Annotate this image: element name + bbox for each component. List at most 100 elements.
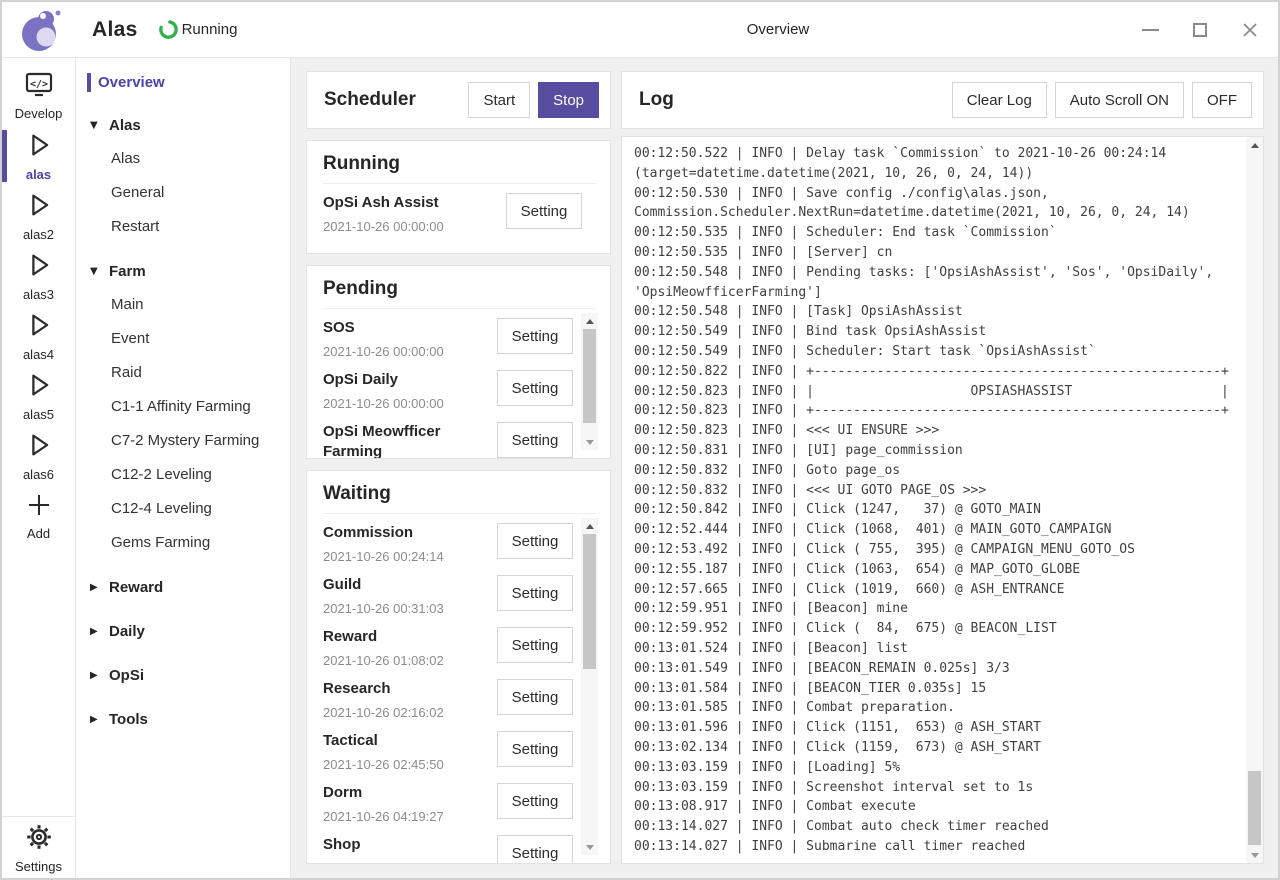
window-controls bbox=[1140, 20, 1260, 40]
setting-button-tactical[interactable]: Setting bbox=[497, 731, 573, 767]
minimize-button[interactable] bbox=[1140, 20, 1160, 40]
task-name: OpSi Daily bbox=[323, 370, 444, 390]
task-row-tactical: Tactical 2021-10-26 02:45:50 Setting bbox=[323, 722, 573, 774]
clear-log-button[interactable]: Clear Log bbox=[952, 82, 1047, 118]
minimize-icon bbox=[1142, 29, 1159, 31]
sidebar-item-alas6[interactable]: alas6 bbox=[2, 426, 75, 486]
nav-item-c1-1-affinity-farming[interactable]: C1-1 Affinity Farming bbox=[76, 390, 290, 424]
nav-item-alas[interactable]: Alas bbox=[76, 142, 290, 176]
add-instance-button[interactable]: Add bbox=[2, 486, 75, 546]
setting-button-sos[interactable]: Setting bbox=[497, 318, 573, 354]
log-line: 00:12:50.822 | INFO | +-----------------… bbox=[634, 362, 1240, 382]
gear-icon bbox=[24, 822, 54, 857]
log-line: 00:13:03.159 | INFO | Screenshot interva… bbox=[634, 778, 1240, 798]
sidebar-item-alas4[interactable]: alas4 bbox=[2, 306, 75, 366]
sidebar-item-alas5[interactable]: alas5 bbox=[2, 366, 75, 426]
log-line: 00:12:59.952 | INFO | Click ( 84, 675) @… bbox=[634, 619, 1240, 639]
play-triangle-icon bbox=[24, 250, 54, 285]
sidebar-item-alas[interactable]: alas bbox=[2, 126, 75, 186]
nav-section-daily[interactable]: ▶ Daily bbox=[76, 614, 290, 648]
setting-button-opsi-meowfficer-farming[interactable]: Setting bbox=[497, 422, 573, 458]
setting-button-dorm[interactable]: Setting bbox=[497, 783, 573, 819]
setting-button-guild[interactable]: Setting bbox=[497, 575, 573, 611]
log-header: Log Clear Log Auto Scroll ON OFF bbox=[621, 71, 1264, 129]
log-line: 00:12:52.444 | INFO | Click (1068, 401) … bbox=[634, 520, 1240, 540]
task-row-opsi-meowfficer-farming: OpSi Meowfficer Farming Setting bbox=[323, 413, 573, 458]
scrollbar-thumb[interactable] bbox=[583, 534, 596, 669]
status-label: Running bbox=[182, 21, 238, 38]
nav-item-raid[interactable]: Raid bbox=[76, 356, 290, 390]
start-button[interactable]: Start bbox=[468, 82, 530, 118]
setting-button-opsi-ash-assist[interactable]: Setting bbox=[506, 193, 582, 229]
pending-task-list: SOS 2021-10-26 00:00:00 Setting OpSi Dai… bbox=[307, 309, 581, 458]
log-line: 00:12:50.535 | INFO | [Server] cn bbox=[634, 243, 1240, 263]
nav-item-c12-2-leveling[interactable]: C12-2 Leveling bbox=[76, 458, 290, 492]
nav-item-event[interactable]: Event bbox=[76, 322, 290, 356]
nav-item-c12-4-leveling[interactable]: C12-4 Leveling bbox=[76, 492, 290, 526]
setting-button-commission[interactable]: Setting bbox=[497, 523, 573, 559]
nav-section-tools[interactable]: ▶ Tools bbox=[76, 702, 290, 736]
sidebar-item-develop[interactable]: </> Develop bbox=[2, 66, 75, 126]
sidebar-item-label: alas2 bbox=[23, 227, 54, 242]
nav-item-main[interactable]: Main bbox=[76, 288, 290, 322]
log-line: 00:13:01.596 | INFO | Click (1151, 653) … bbox=[634, 718, 1240, 738]
scroll-down-icon[interactable] bbox=[581, 839, 598, 855]
log-line: 00:12:59.951 | INFO | [Beacon] mine bbox=[634, 599, 1240, 619]
setting-button-opsi-daily[interactable]: Setting bbox=[497, 370, 573, 406]
scroll-down-icon[interactable] bbox=[1246, 847, 1263, 863]
nav-item-restart[interactable]: Restart bbox=[76, 210, 290, 244]
scroll-up-icon[interactable] bbox=[581, 313, 598, 329]
sidebar-item-alas3[interactable]: alas3 bbox=[2, 246, 75, 306]
nav-section-alas[interactable]: ▼ Alas bbox=[76, 108, 290, 142]
nav-sections: ▼ Alas AlasGeneralRestart ▼ Farm MainEve… bbox=[76, 108, 290, 736]
nav-section-reward[interactable]: ▶ Reward bbox=[76, 570, 290, 604]
nav-item-gems-farming[interactable]: Gems Farming bbox=[76, 526, 290, 560]
waiting-task-list: Commission 2021-10-26 00:24:14 Setting G… bbox=[307, 514, 581, 863]
pending-scrollbar[interactable] bbox=[581, 313, 598, 450]
nav-item-overview[interactable]: Overview bbox=[76, 71, 290, 94]
task-row-dorm: Dorm 2021-10-26 04:19:27 Setting bbox=[323, 774, 573, 826]
chevron-icon: ▶ bbox=[90, 582, 102, 593]
scroll-up-icon[interactable] bbox=[1246, 137, 1263, 153]
log-line: 00:12:50.522 | INFO | Delay task `Commis… bbox=[634, 144, 1240, 184]
play-triangle-icon bbox=[24, 130, 54, 165]
log-scrollbar[interactable] bbox=[1246, 137, 1263, 863]
task-name: Tactical bbox=[323, 731, 444, 751]
pending-panel: Pending SOS 2021-10-26 00:00:00 Setting … bbox=[306, 265, 611, 459]
autoscroll-on-button[interactable]: Auto Scroll ON bbox=[1055, 82, 1184, 118]
setting-button-reward[interactable]: Setting bbox=[497, 627, 573, 663]
setting-button-shop[interactable]: Setting bbox=[497, 835, 573, 863]
task-row-sos: SOS 2021-10-26 00:00:00 Setting bbox=[323, 309, 573, 361]
sidebar-item-label: Add bbox=[27, 526, 50, 541]
setting-button-research[interactable]: Setting bbox=[497, 679, 573, 715]
task-name: OpSi Meowfficer Farming bbox=[323, 422, 497, 458]
task-name: Guild bbox=[323, 575, 444, 595]
sidebar-item-label: alas4 bbox=[23, 347, 54, 362]
instance-list: alas alas2 alas3 alas4 alas5 bbox=[2, 126, 75, 486]
stop-button[interactable]: Stop bbox=[538, 82, 599, 118]
alas-logo-icon bbox=[18, 6, 64, 54]
scroll-up-icon[interactable] bbox=[581, 518, 598, 534]
log-line: 00:12:50.530 | INFO | Save config ./conf… bbox=[634, 184, 1240, 224]
waiting-title: Waiting bbox=[323, 483, 391, 504]
sidebar-item-label: alas bbox=[26, 167, 51, 182]
nav-item-c7-2-mystery-farming[interactable]: C7-2 Mystery Farming bbox=[76, 424, 290, 458]
waiting-scrollbar[interactable] bbox=[581, 518, 598, 855]
sidebar-item-label: Develop bbox=[15, 106, 63, 121]
log-line: 00:12:57.665 | INFO | Click (1019, 660) … bbox=[634, 580, 1240, 600]
nav-section-farm[interactable]: ▼ Farm bbox=[76, 254, 290, 288]
scrollbar-thumb[interactable] bbox=[583, 329, 596, 423]
content-area: Scheduler Start Stop Running OpSi Ash As… bbox=[291, 58, 1278, 878]
sidebar-item-alas2[interactable]: alas2 bbox=[2, 186, 75, 246]
close-button[interactable] bbox=[1240, 20, 1260, 40]
nav-item-general[interactable]: General bbox=[76, 176, 290, 210]
sidebar-item-settings[interactable]: Settings bbox=[2, 816, 75, 878]
maximize-button[interactable] bbox=[1190, 20, 1210, 40]
log-line: 00:12:50.831 | INFO | [UI] page_commissi… bbox=[634, 441, 1240, 461]
autoscroll-off-button[interactable]: OFF bbox=[1192, 82, 1252, 118]
scrollbar-thumb[interactable] bbox=[1248, 771, 1261, 845]
scroll-down-icon[interactable] bbox=[581, 434, 598, 450]
task-row-opsi-ash-assist: OpSi Ash Assist 2021-10-26 00:00:00 Sett… bbox=[323, 184, 582, 236]
nav-section-opsi[interactable]: ▶ OpSi bbox=[76, 658, 290, 692]
task-next-run-time: 2021-10-26 02:16:02 bbox=[323, 705, 444, 721]
